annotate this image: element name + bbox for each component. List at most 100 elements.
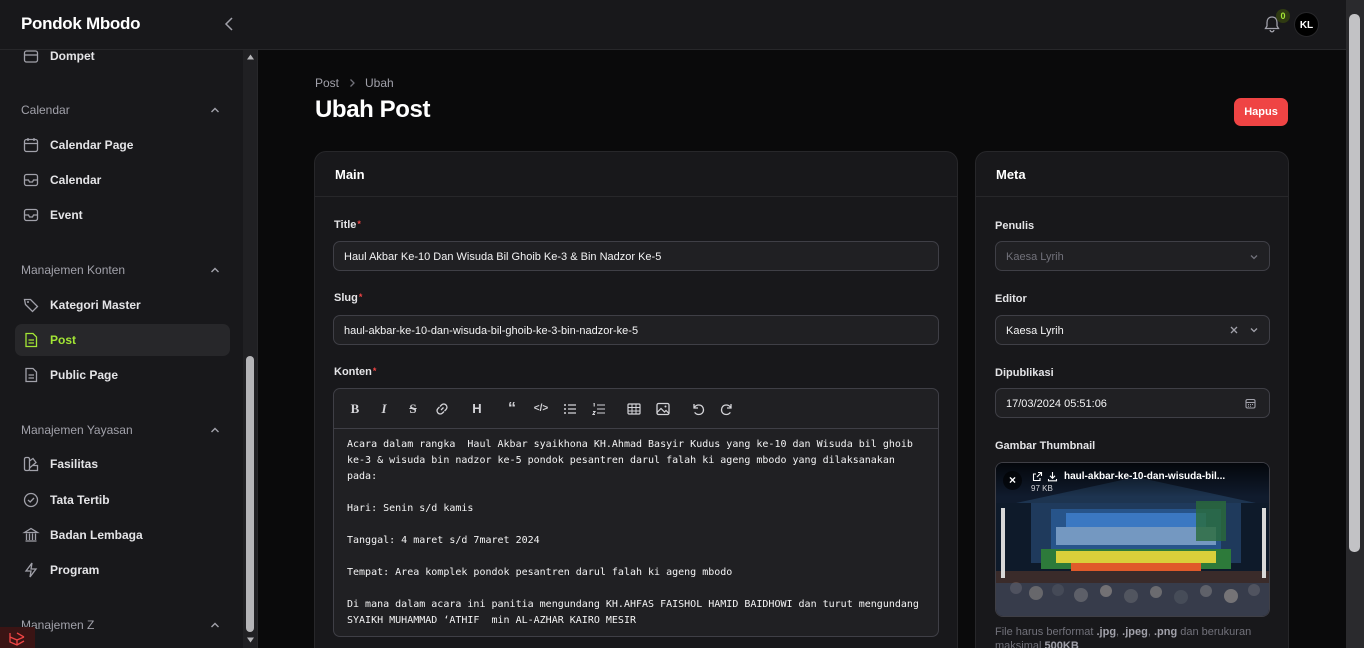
strikethrough-icon[interactable]: S [405,401,421,417]
italic-icon[interactable]: I [376,401,392,417]
clear-icon[interactable] [1229,325,1239,335]
page-scroll-thumb[interactable] [1349,14,1360,552]
chevron-left-icon[interactable] [221,14,239,34]
page-title: Ubah Post [315,96,431,123]
published-label: Dipublikasi [995,367,1054,379]
sidebar-item-public-page[interactable]: Public Page [15,359,230,391]
slug-label-text: Slug [334,292,358,304]
sidebar-item-label: Calendar [50,173,102,187]
bold-icon[interactable]: B [347,401,363,417]
slug-input[interactable]: haul-akbar-ke-10-dan-wisuda-bil-ghoib-ke… [333,315,939,345]
bullet-list-icon[interactable] [562,401,578,417]
sidebar-item-dompet[interactable]: Dompet [15,50,230,72]
sidebar: Dompet Calendar Calendar Page Calendar E… [0,50,258,648]
sidebar-item-tata-tertib[interactable]: Tata Tertib [15,484,230,516]
breadcrumb-link-post[interactable]: Post [315,76,339,90]
card-title: Meta [996,167,1026,182]
writer-value: Kaesa Lyrih [1006,251,1064,263]
sidebar-item-label: Public Page [50,368,119,382]
content-paragraph: Hari: Senin s/d kamis [347,503,474,514]
content-paragraph: Acara dalam rangka Haul Akbar syaikhona … [347,439,919,482]
group-label-manajemen-konten: Manajemen Konten [21,263,126,277]
hint-format: .jpg [1096,626,1117,638]
scroll-down-arrow-icon[interactable] [246,636,255,644]
calendar-icon[interactable] [1245,398,1256,409]
title-input[interactable]: Haul Akbar Ke-10 Dan Wisuda Bil Ghoib Ke… [333,241,939,271]
writer-select[interactable]: Kaesa Lyrih [995,241,1270,271]
editor-toolbar: B I S H “ </> [334,389,938,429]
thumbnail-preview[interactable]: × haul-akbar-ke-10-dan-wisuda-bil... 97 … [995,462,1270,617]
sidebar-item-label: Badan Lembaga [50,528,143,542]
sidebar-scroll-thumb[interactable] [246,356,254,632]
sidebar-item-kategori-master[interactable]: Kategori Master [15,289,230,321]
slug-label: Slug* [334,292,362,304]
sidebar-item-label: Calendar Page [50,138,134,152]
bolt-icon [24,562,38,578]
building-icon [22,527,40,542]
sidebar-item-calendar-page[interactable]: Calendar Page [15,129,230,161]
top-bar: Pondok Mbodo 0 KL [0,0,1346,50]
sidebar-item-fasilitas[interactable]: Fasilitas [15,448,230,480]
chevron-right-icon [350,79,355,87]
chevron-up-icon[interactable] [209,264,221,276]
content-label: Konten* [334,366,376,378]
calendar-icon [23,138,39,153]
editor-label: Editor [995,293,1027,305]
file-format-hint: File harus berformat .jpg, .jpeg, .png d… [995,625,1265,648]
sidebar-item-post[interactable]: Post [15,324,230,356]
hint-format: .jpeg [1122,626,1148,638]
sidebar-item-badan-lembaga[interactable]: Badan Lembaga [15,519,230,551]
remove-file-icon[interactable]: × [1003,471,1022,490]
open-external-icon[interactable] [1032,471,1043,482]
chevron-up-icon[interactable] [209,424,221,436]
sidebar-item-label: Event [50,208,83,222]
chevron-down-icon [1250,255,1258,260]
sidebar-item-label: Tata Tertib [50,493,110,507]
chevron-up-icon[interactable] [209,104,221,116]
wallet-icon [23,50,39,63]
swatch-icon [23,456,39,472]
notification-count-badge: 0 [1276,9,1290,23]
rich-text-editor[interactable]: B I S H “ </> Acara dalam rangka Haul Ak… [333,388,939,637]
avatar[interactable]: KL [1294,12,1319,37]
editor-value: Kaesa Lyrih [1006,325,1064,337]
delete-button[interactable]: Hapus [1234,98,1288,126]
breadcrumb-current: Ubah [365,76,394,90]
sidebar-item-program[interactable]: Program [15,554,230,586]
link-icon[interactable] [434,401,450,417]
required-mark: * [357,219,361,229]
content-paragraph: Tanggal: 4 maret s/d 7maret 2024 [347,535,540,546]
sidebar-item-label: Fasilitas [50,457,99,471]
table-icon[interactable] [626,401,642,417]
sidebar-item-calendar[interactable]: Calendar [15,164,230,196]
blockquote-icon[interactable]: “ [504,401,520,417]
hint-text: File harus berformat [995,626,1097,638]
thumbnail-label: Gambar Thumbnail [995,440,1096,452]
sidebar-item-label: Post [50,333,77,347]
tag-icon [23,298,39,313]
undo-icon[interactable] [690,401,706,417]
sidebar-item-event[interactable]: Event [15,199,230,231]
content-paragraph: Di mana dalam acara ini panitia mengunda… [347,599,925,626]
thumbnail-filename: haul-akbar-ke-10-dan-wisuda-bil... [1064,471,1226,482]
document-icon [25,367,38,383]
scroll-up-arrow-icon[interactable] [246,53,255,61]
published-datetime-input[interactable]: 17/03/2024 05:51:06 [995,388,1270,418]
brand-logo[interactable]: Pondok Mbodo [21,14,140,34]
code-icon[interactable]: </> [533,401,549,417]
ordered-list-icon[interactable] [591,401,607,417]
sidebar-item-label: Program [50,563,100,577]
editor-content[interactable]: Acara dalam rangka Haul Akbar syaikhona … [347,437,929,636]
inbox-icon [23,208,39,222]
image-icon[interactable] [655,401,671,417]
chevron-up-icon[interactable] [209,619,221,631]
title-label: Title* [334,219,361,231]
download-icon[interactable] [1047,471,1058,482]
hint-format: .png [1153,626,1178,638]
published-value: 17/03/2024 05:51:06 [1006,398,1107,410]
chevron-down-icon[interactable] [1249,325,1259,335]
redo-icon[interactable] [719,401,735,417]
thumbnail-filesize: 97 KB [1031,484,1053,493]
heading-icon[interactable]: H [469,401,485,417]
breadcrumb: Post Ubah [315,76,394,90]
